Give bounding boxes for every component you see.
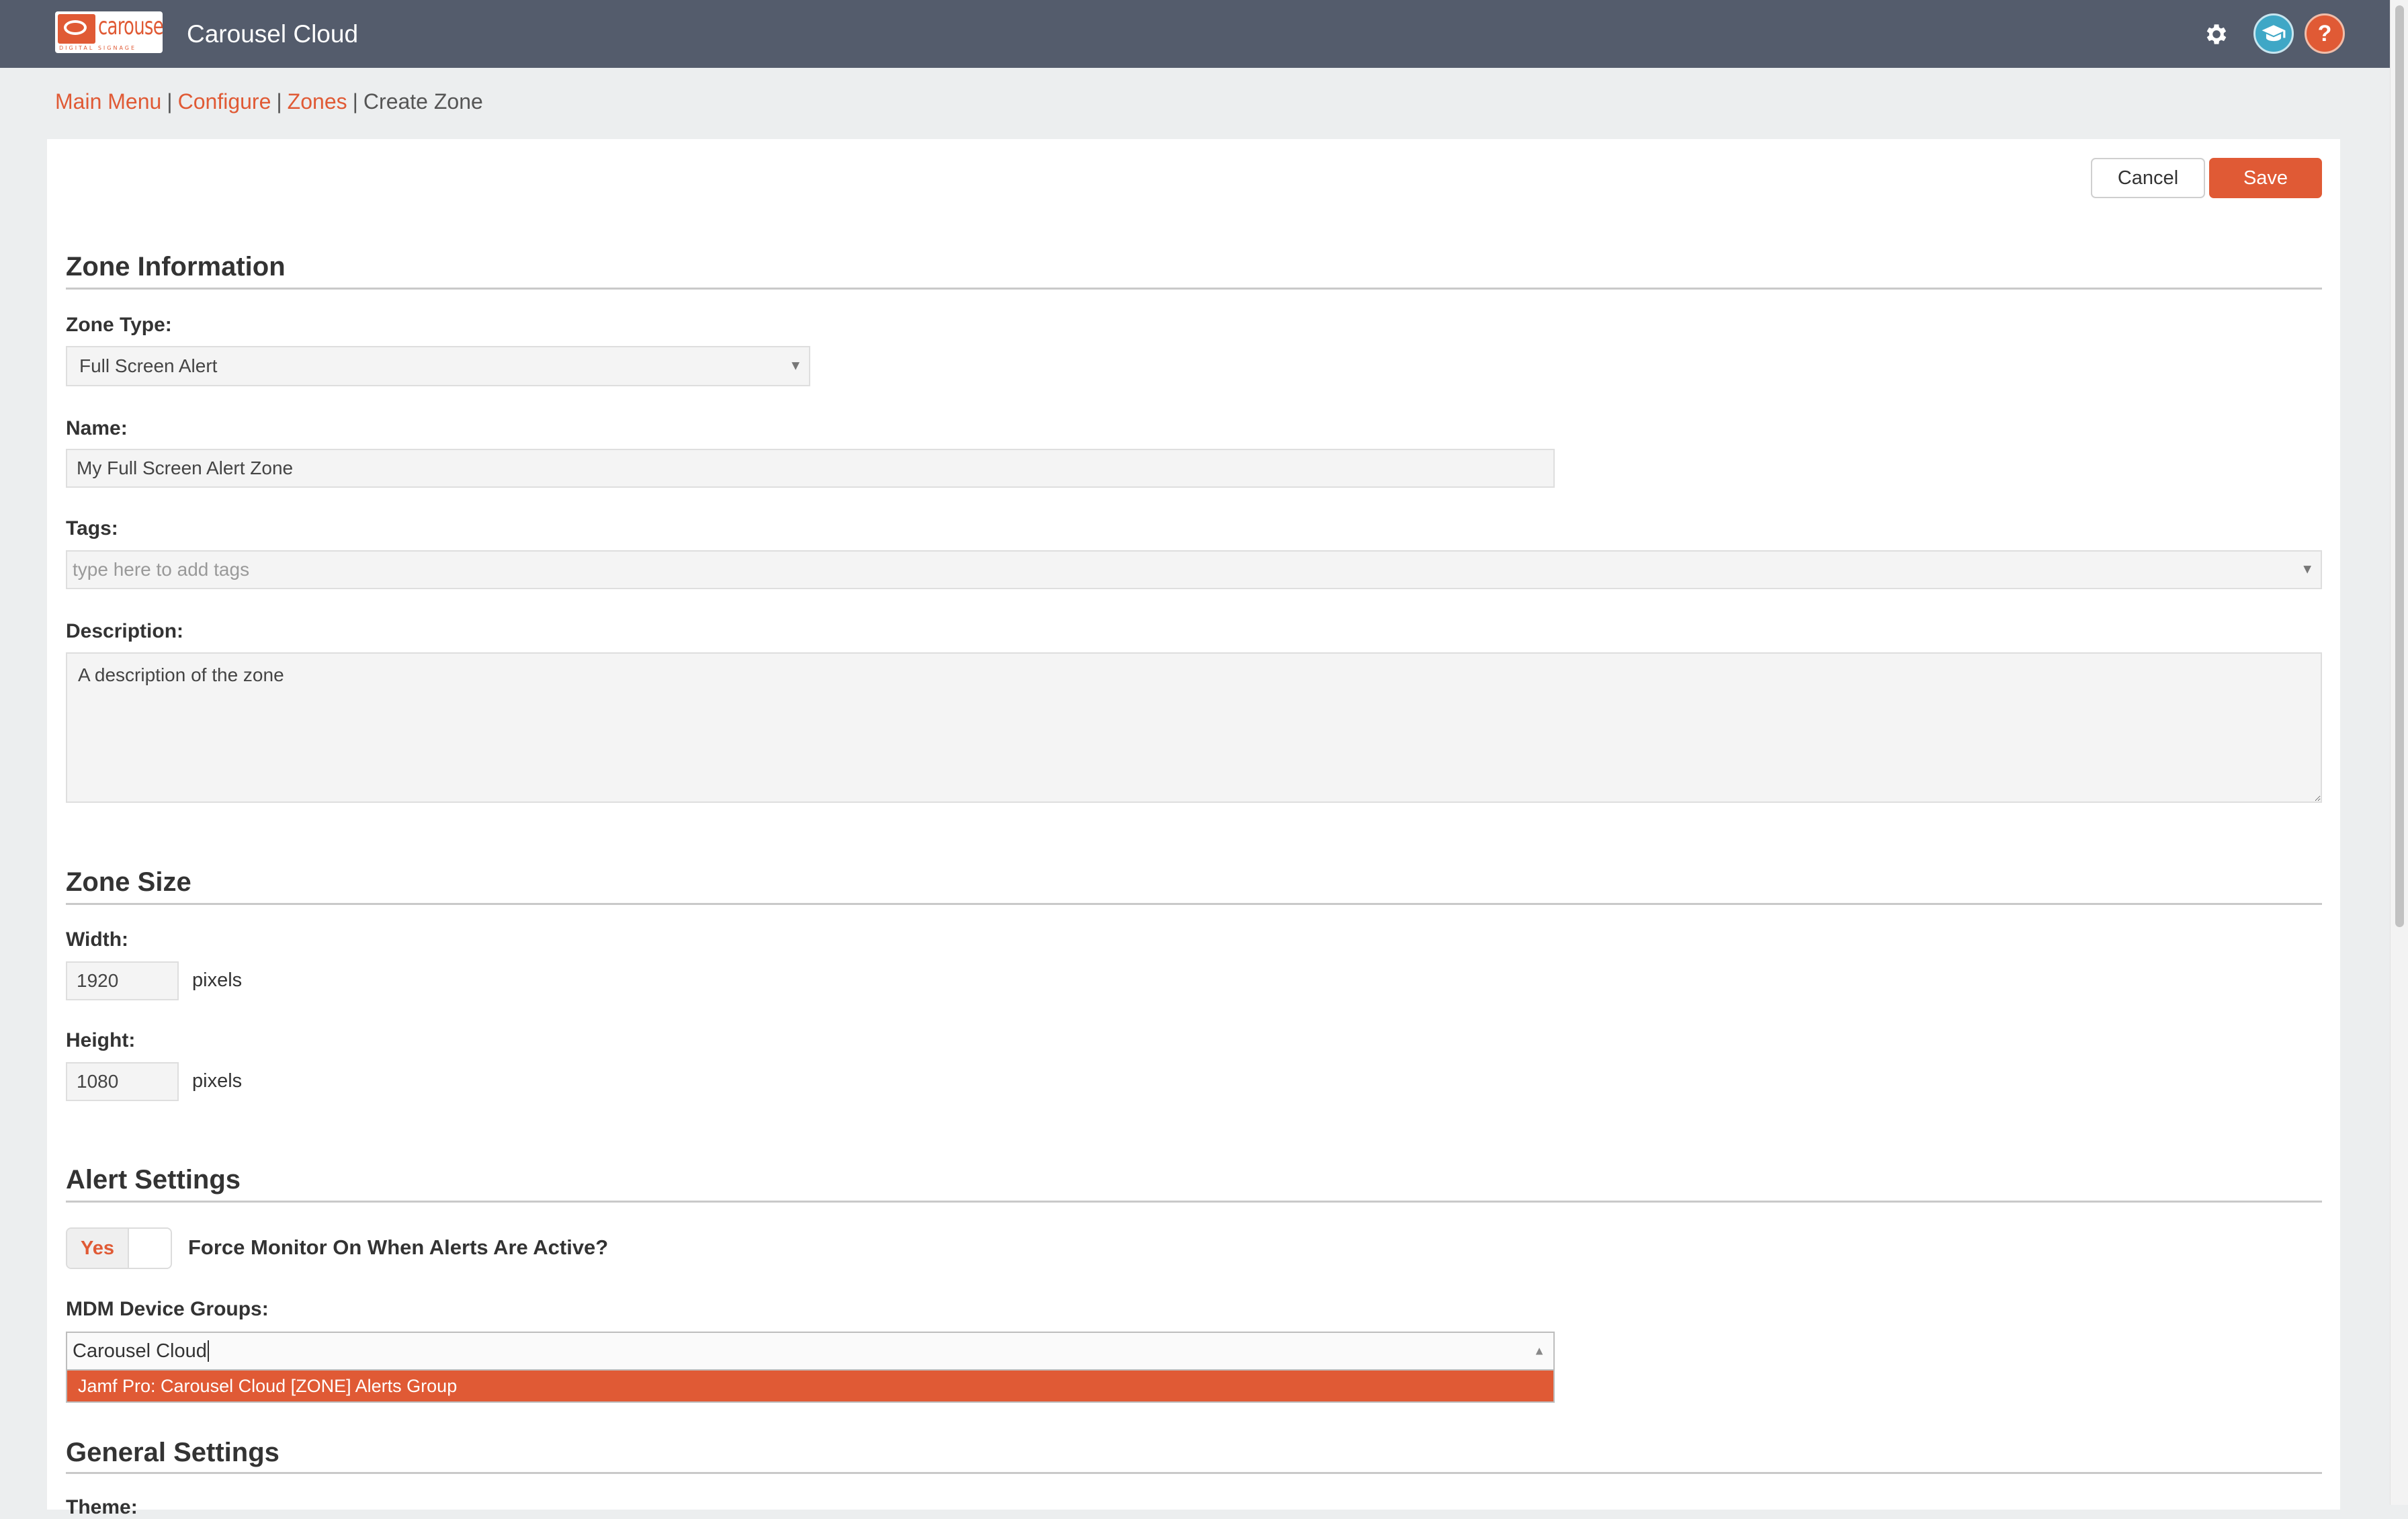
tags-input[interactable]: type here to add tags ▼: [66, 550, 2322, 589]
section-title-general-settings: General Settings: [66, 1438, 280, 1467]
section-divider: [66, 1201, 2322, 1203]
zone-type-label: Zone Type:: [66, 314, 172, 336]
dropdown-option[interactable]: Jamf Pro: Carousel Cloud [ZONE] Alerts G…: [67, 1371, 1553, 1401]
section-divider: [66, 903, 2322, 905]
gear-icon[interactable]: [2198, 16, 2235, 52]
height-input[interactable]: 1080: [66, 1062, 179, 1101]
cancel-button[interactable]: Cancel: [2091, 158, 2205, 198]
section-title-zone-size: Zone Size: [66, 867, 191, 897]
chevron-down-icon: ▼: [2300, 562, 2314, 577]
logo-wordmark: carousel: [98, 13, 163, 40]
name-input[interactable]: My Full Screen Alert Zone: [66, 449, 1555, 488]
mdm-input-value: Carousel Cloud: [73, 1340, 207, 1362]
carousel-logo-mark-icon: [58, 14, 95, 44]
top-nav-bar: carousel DIGITAL SIGNAGE Carousel Cloud …: [0, 0, 2390, 68]
section-divider: [66, 1472, 2322, 1474]
carousel-logo[interactable]: carousel DIGITAL SIGNAGE: [55, 11, 163, 53]
toggle-yes-label: Yes: [67, 1229, 128, 1268]
breadcrumb-current: Create Zone: [363, 89, 483, 114]
height-unit: pixels: [192, 1070, 243, 1092]
mdm-device-groups-input[interactable]: Carousel Cloud ▲: [66, 1332, 1555, 1371]
breadcrumb: Main Menu | Configure | Zones | Create Zone: [55, 89, 483, 114]
tags-placeholder: type here to add tags: [73, 559, 250, 580]
chevron-up-icon: ▲: [1533, 1344, 1545, 1358]
section-divider: [66, 288, 2322, 290]
breadcrumb-separator: |: [352, 89, 358, 114]
mdm-device-groups-dropdown: Jamf Pro: Carousel Cloud [ZONE] Alerts G…: [66, 1371, 1555, 1403]
width-label: Width:: [66, 928, 129, 951]
toggle-knob: [128, 1229, 171, 1268]
section-title-alert-settings: Alert Settings: [66, 1165, 241, 1195]
tags-label: Tags:: [66, 517, 118, 539]
zone-type-select[interactable]: Full Screen Alert ▼: [66, 346, 810, 386]
section-title-zone-information: Zone Information: [66, 252, 286, 281]
zone-type-value: Full Screen Alert: [79, 355, 218, 376]
width-input[interactable]: 1920: [66, 961, 179, 1000]
create-zone-form: Cancel Save Zone Information Zone Type: …: [47, 139, 2340, 1518]
width-value: 1920: [77, 970, 119, 991]
save-button[interactable]: Save: [2209, 158, 2322, 198]
logo-tagline: DIGITAL SIGNAGE: [59, 45, 137, 51]
breadcrumb-separator: |: [276, 89, 282, 114]
graduation-cap-icon[interactable]: [2253, 13, 2294, 54]
breadcrumb-zones[interactable]: Zones: [288, 89, 347, 114]
chevron-down-icon: ▼: [789, 358, 802, 374]
force-monitor-label: Force Monitor On When Alerts Are Active?: [188, 1235, 609, 1259]
height-value: 1080: [77, 1071, 119, 1092]
force-monitor-toggle[interactable]: Yes: [66, 1227, 172, 1269]
breadcrumb-separator: |: [167, 89, 173, 114]
description-label: Description:: [66, 620, 184, 642]
app-title: Carousel Cloud: [187, 20, 359, 48]
help-glyph: ?: [2317, 20, 2332, 46]
breadcrumb-main-menu[interactable]: Main Menu: [55, 89, 161, 114]
scrollbar-thumb[interactable]: [2395, 5, 2404, 927]
text-cursor: [207, 1340, 209, 1362]
question-mark-icon[interactable]: ?: [2305, 13, 2345, 54]
mdm-device-groups-label: MDM Device Groups:: [66, 1298, 269, 1320]
width-unit: pixels: [192, 969, 243, 991]
height-label: Height:: [66, 1029, 136, 1051]
name-value: My Full Screen Alert Zone: [77, 458, 294, 478]
description-textarea[interactable]: [66, 652, 2322, 803]
theme-label: Theme:: [66, 1496, 138, 1518]
page-scrollbar[interactable]: [2390, 0, 2408, 1505]
breadcrumb-configure[interactable]: Configure: [178, 89, 271, 114]
name-label: Name:: [66, 417, 128, 439]
